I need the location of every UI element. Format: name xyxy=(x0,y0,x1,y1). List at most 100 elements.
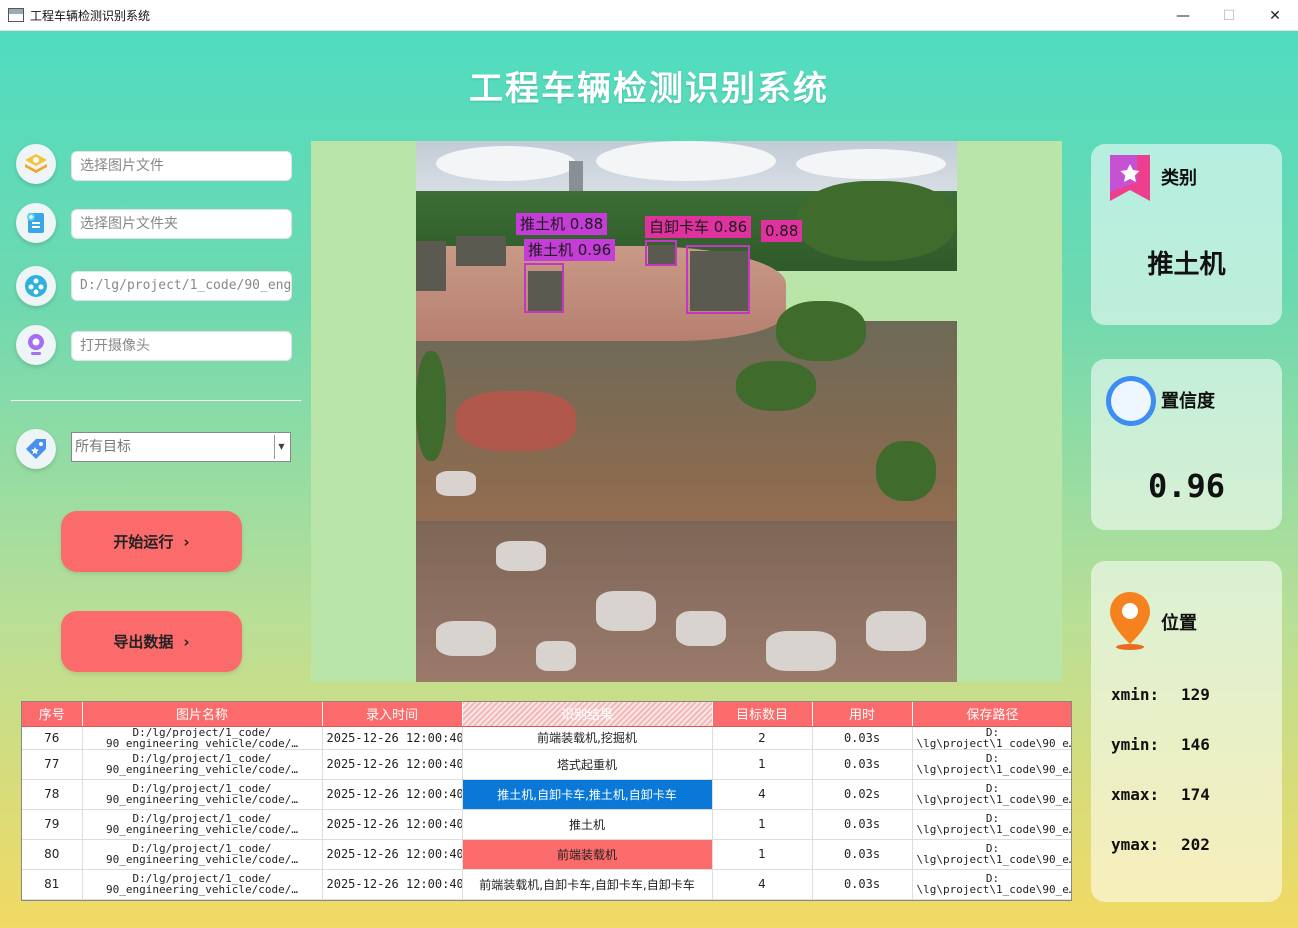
select-image-input[interactable]: 选择图片文件 xyxy=(71,151,292,181)
cell-save-path[interactable]: D: \lg\project\1_code\90_e… xyxy=(912,749,1071,780)
cell-time[interactable]: 2025-12-26 12:00:40 xyxy=(322,749,463,780)
window-controls: — ☐ ✕ xyxy=(1160,0,1298,31)
cell-save-path[interactable]: D: \lg\project\1_code\90_e… xyxy=(912,869,1071,900)
detection-label: 0.88 xyxy=(761,220,803,242)
table-row[interactable]: 81 D:/lg/project/1_code/ 90_engineering_… xyxy=(22,869,1071,900)
close-button[interactable]: ✕ xyxy=(1252,0,1298,31)
header-duration[interactable]: 用时 xyxy=(812,702,913,727)
cell-result[interactable]: 前端装载机,自卸卡车,自卸卡车,自卸卡车 xyxy=(462,869,713,900)
image-viewer: 推土机 0.88 推土机 0.96 自卸卡车 0.86 0.88 xyxy=(311,141,1062,682)
table-header-row: 序号 图片名称 录入时间 识别结果 目标数目 用时 保存路径 xyxy=(22,702,1071,727)
cell-index[interactable]: 76 xyxy=(22,726,83,750)
cell-index[interactable]: 77 xyxy=(22,749,83,780)
cell-image-name[interactable]: D:/lg/project/1_code/ 90_engineering_veh… xyxy=(82,779,323,810)
cell-image-name[interactable]: D:/lg/project/1_code/ 90_engineering_veh… xyxy=(82,726,323,750)
category-value: 推土机 xyxy=(1147,250,1226,280)
video-file-icon[interactable] xyxy=(16,266,56,306)
cell-time[interactable]: 2025-12-26 12:00:40 xyxy=(322,869,463,900)
cell-time[interactable]: 2025-12-26 12:00:40 xyxy=(322,839,463,870)
minimize-button[interactable]: — xyxy=(1160,0,1206,31)
cell-image-name[interactable]: D:/lg/project/1_code/ 90_engineering_veh… xyxy=(82,839,323,870)
header-entry-time[interactable]: 录入时间 xyxy=(322,702,463,727)
chevron-down-icon[interactable]: ▼ xyxy=(274,435,288,459)
image-file-icon[interactable] xyxy=(16,144,56,184)
detection-box xyxy=(524,263,564,313)
cell-result-selected[interactable]: 推土机,自卸卡车,推土机,自卸卡车 xyxy=(462,779,713,810)
header-result[interactable]: 识别结果 xyxy=(462,702,713,727)
table-row[interactable]: 80 D:/lg/project/1_code/ 90_engineering_… xyxy=(22,839,1071,870)
cell-image-name[interactable]: D:/lg/project/1_code/ 90_engineering_veh… xyxy=(82,809,323,840)
table-row[interactable]: 76 D:/lg/project/1_code/ 90_engineering_… xyxy=(22,726,1071,750)
video-path-input[interactable]: D:/lg/project/1_code/90_eng xyxy=(71,271,292,301)
cell-result[interactable]: 推土机 xyxy=(462,809,713,840)
cell-index[interactable]: 78 xyxy=(22,779,83,810)
ymin-value: 146 xyxy=(1181,735,1210,754)
results-table[interactable]: 序号 图片名称 录入时间 识别结果 目标数目 用时 保存路径 76 D:/lg/… xyxy=(21,701,1072,901)
ymax-label: ymax: xyxy=(1111,835,1160,854)
cell-index[interactable]: 79 xyxy=(22,809,83,840)
cell-result[interactable]: 前端装载机,挖掘机 xyxy=(462,726,713,750)
header-target-count[interactable]: 目标数目 xyxy=(712,702,813,727)
cell-duration[interactable]: 0.03s xyxy=(812,749,913,780)
cell-time[interactable]: 2025-12-26 12:00:40 xyxy=(322,779,463,810)
cell-time[interactable]: 2025-12-26 12:00:40 xyxy=(322,809,463,840)
cell-duration[interactable]: 0.02s xyxy=(812,779,913,810)
camera-icon[interactable] xyxy=(16,325,56,365)
cell-index[interactable]: 81 xyxy=(22,869,83,900)
cell-duration[interactable]: 0.03s xyxy=(812,809,913,840)
cell-index[interactable]: 80 xyxy=(22,839,83,870)
window-title: 工程车辆检测识别系统 xyxy=(30,8,151,23)
cell-save-path[interactable]: D: \lg\project\1_code\90_e… xyxy=(912,839,1071,870)
cell-result[interactable]: 塔式起重机 xyxy=(462,749,713,780)
target-filter-select[interactable]: 所有目标 ▼ xyxy=(71,432,291,462)
cell-save-path[interactable]: D: \lg\project\1_code\90_e… xyxy=(912,809,1071,840)
cell-count[interactable]: 4 xyxy=(712,869,813,900)
position-heading: 位置 xyxy=(1161,613,1197,634)
cell-save-path[interactable]: D: \lg\project\1_code\90_e… xyxy=(912,779,1071,810)
run-button-label: 开始运行 xyxy=(113,533,174,551)
cell-time[interactable]: 2025-12-26 12:00:40 xyxy=(322,726,463,750)
app-title: 工程车辆检测识别系统 xyxy=(469,69,829,109)
header-image-name[interactable]: 图片名称 xyxy=(82,702,323,727)
cell-duration[interactable]: 0.03s xyxy=(812,869,913,900)
maximize-button[interactable]: ☐ xyxy=(1206,0,1252,31)
ymax-value: 202 xyxy=(1181,835,1210,854)
ymin-row: ymin: 146 xyxy=(1111,735,1210,754)
window-titlebar: 工程车辆检测识别系统 — ☐ ✕ xyxy=(0,0,1298,31)
table-row[interactable]: 79 D:/lg/project/1_code/ 90_engineering_… xyxy=(22,809,1071,840)
cell-count[interactable]: 1 xyxy=(712,839,813,870)
cell-count[interactable]: 4 xyxy=(712,779,813,810)
run-button[interactable]: 开始运行 › xyxy=(61,511,242,572)
image-folder-icon[interactable] xyxy=(16,203,56,243)
location-pin-icon xyxy=(1107,589,1153,655)
header-index[interactable]: 序号 xyxy=(22,702,83,727)
cell-image-name[interactable]: D:/lg/project/1_code/ 90_engineering_veh… xyxy=(82,749,323,780)
cell-count[interactable]: 1 xyxy=(712,809,813,840)
confidence-card: 置信度 0.96 xyxy=(1091,359,1282,530)
camera-input[interactable]: 打开摄像头 xyxy=(71,331,292,361)
main-panel: 工程车辆检测识别系统 选择图片文件 选择图片文件夹 D:/lg/project/… xyxy=(0,31,1298,928)
cell-count[interactable]: 2 xyxy=(712,726,813,750)
detection-label: 自卸卡车 0.86 xyxy=(645,216,752,238)
cell-result-highlighted[interactable]: 前端装载机 xyxy=(462,839,713,870)
chevron-right-icon: › xyxy=(183,632,190,651)
table-row[interactable]: 78 D:/lg/project/1_code/ 90_engineering_… xyxy=(22,779,1071,810)
cell-save-path[interactable]: D: \lg\project\1_code\90_e… xyxy=(912,726,1071,750)
select-folder-input[interactable]: 选择图片文件夹 xyxy=(71,209,292,239)
export-button[interactable]: 导出数据 › xyxy=(61,611,242,672)
cell-count[interactable]: 1 xyxy=(712,749,813,780)
detection-box xyxy=(686,245,750,314)
header-save-path[interactable]: 保存路径 xyxy=(912,702,1071,727)
xmax-value: 174 xyxy=(1181,785,1210,804)
cell-duration[interactable]: 0.03s xyxy=(812,726,913,750)
table-row[interactable]: 77 D:/lg/project/1_code/ 90_engineering_… xyxy=(22,749,1071,780)
left-divider xyxy=(11,400,301,401)
xmax-label: xmax: xyxy=(1111,785,1160,804)
cell-image-name[interactable]: D:/lg/project/1_code/ 90_engineering_veh… xyxy=(82,869,323,900)
confidence-value: 0.96 xyxy=(1147,467,1226,505)
category-heading: 类别 xyxy=(1161,168,1197,189)
ymin-label: ymin: xyxy=(1111,735,1160,754)
confidence-heading: 置信度 xyxy=(1161,391,1215,412)
detection-label: 推土机 0.96 xyxy=(524,239,616,261)
cell-duration[interactable]: 0.03s xyxy=(812,839,913,870)
